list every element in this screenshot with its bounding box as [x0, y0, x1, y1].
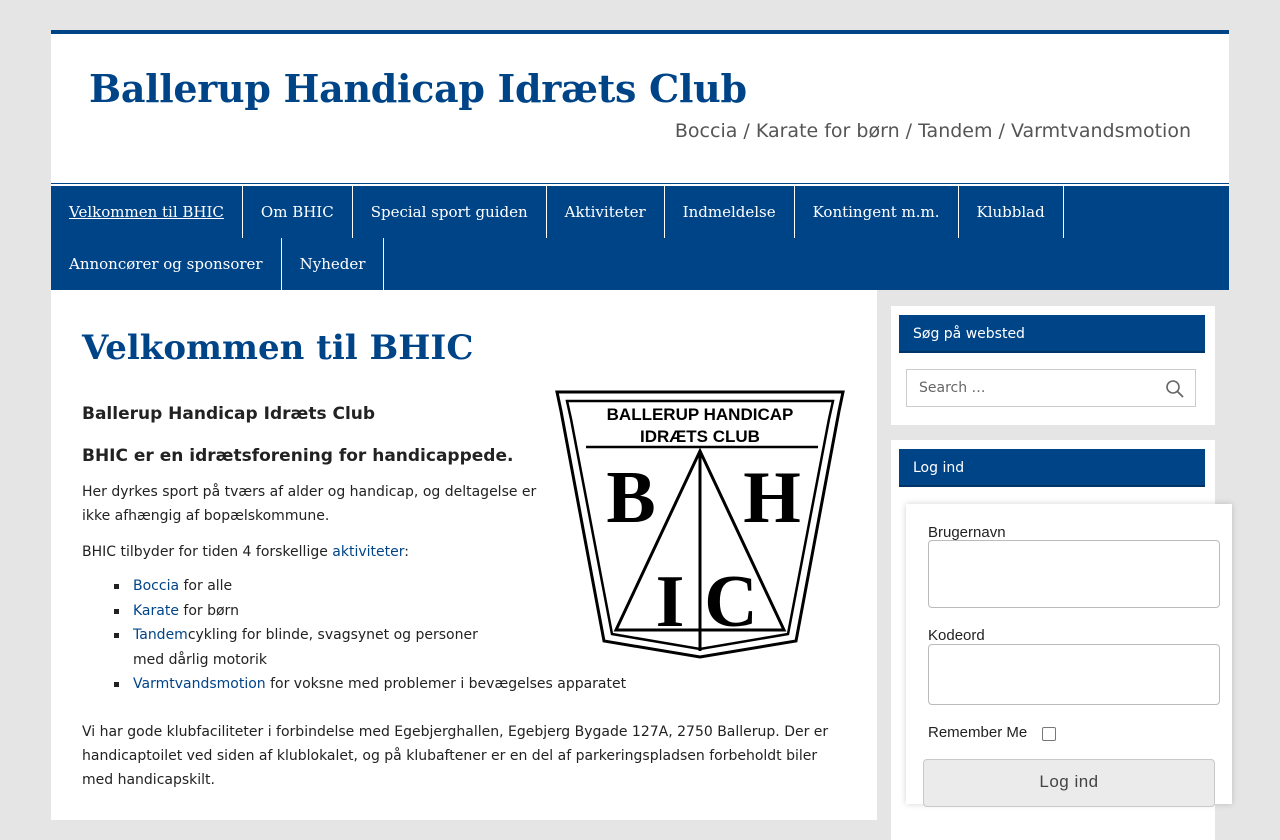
nav-item-om-bhic[interactable]: Om BHIC	[243, 186, 353, 238]
login-form: Brugernavn Kodeord Remember Me Log ind	[906, 504, 1232, 807]
offer-text: BHIC tilbyder for tiden 4 forskellige ak…	[82, 544, 409, 560]
aktiviteter-link[interactable]: aktiviteter	[332, 544, 404, 560]
login-widget-title: Log ind	[899, 449, 1205, 487]
subheading-description: BHIC er en idrætsforening for handicappe…	[82, 446, 514, 466]
search-input[interactable]	[907, 370, 1171, 406]
nav-item-klubblad[interactable]: Klubblad	[959, 186, 1064, 238]
search-widget-title: Søg på websted	[899, 315, 1205, 353]
subheading-club-name: Ballerup Handicap Idræts Club	[82, 404, 376, 424]
nav-row-1: Velkommen til BHIC Om BHIC Special sport…	[51, 186, 1229, 238]
logo-letter-b: B	[606, 457, 655, 539]
bhic-logo: BALLERUP HANDICAP IDRÆTS CLUB B H I C	[555, 390, 845, 659]
nav-item-indmeldelse[interactable]: Indmeldelse	[665, 186, 795, 238]
list-item: Varmtvandsmotion for voksne med probleme…	[82, 672, 626, 697]
logo-text-line2: IDRÆTS CLUB	[640, 427, 760, 446]
varmtvandsmotion-link[interactable]: Varmtvandsmotion	[133, 676, 266, 692]
nav-row-2: Annoncører og sponsorer Nyheder	[51, 238, 1229, 290]
nav-item-kontingent[interactable]: Kontingent m.m.	[795, 186, 959, 238]
logo-letter-i: I	[656, 561, 685, 643]
remember-me-label: Remember Me	[928, 724, 1028, 741]
username-field[interactable]	[928, 540, 1220, 608]
activities-list: Boccia for alle Karate for børn Tandemcy…	[82, 574, 626, 697]
nav-item-aktiviteter[interactable]: Aktiviteter	[547, 186, 665, 238]
tandem-link[interactable]: Tandem	[133, 627, 188, 643]
username-label: Brugernavn	[928, 524, 1006, 541]
list-item: Karate for børn	[82, 599, 552, 624]
remember-me-checkbox[interactable]	[1042, 727, 1056, 741]
nav-item-special-sport-guiden[interactable]: Special sport guiden	[353, 186, 547, 238]
nav-item-velkommen[interactable]: Velkommen til BHIC	[51, 186, 243, 238]
search-form	[906, 369, 1196, 407]
site-description: Boccia / Karate for børn / Tandem / Varm…	[674, 120, 1191, 142]
facilities-text: Vi har gode klubfaciliteter i forbindels…	[82, 724, 829, 788]
nav-item-nyheder[interactable]: Nyheder	[282, 238, 385, 290]
page-container: Ballerup Handicap Idræts Club Boccia / K…	[51, 30, 1232, 840]
karate-link[interactable]: Karate	[133, 603, 179, 619]
list-item: Tandemcykling for blinde, svagsynet og p…	[82, 623, 493, 672]
boccia-link[interactable]: Boccia	[133, 578, 179, 594]
password-field[interactable]	[928, 644, 1220, 705]
password-label: Kodeord	[928, 627, 985, 644]
intro-text: Her dyrkes sport på tværs af alder og ha…	[82, 484, 537, 524]
main-navigation: Velkommen til BHIC Om BHIC Special sport…	[51, 184, 1229, 290]
logo-letter-c: C	[704, 561, 757, 643]
nav-item-annoncoerer[interactable]: Annoncører og sponsorer	[51, 238, 282, 290]
logo-letter-h: H	[743, 457, 801, 539]
search-icon[interactable]	[1165, 379, 1185, 399]
main-content: Velkommen til BHIC BALLERUP HANDICAP IDR…	[51, 290, 877, 820]
logo-text-line1: BALLERUP HANDICAP	[607, 405, 794, 424]
page-title: Velkommen til BHIC	[82, 328, 474, 368]
site-title[interactable]: Ballerup Handicap Idræts Club	[89, 66, 747, 111]
sidebar: Søg på websted Log ind Brugernavn Kodeor…	[877, 290, 1232, 840]
login-widget: Log ind Brugernavn Kodeord Remember Me L…	[891, 440, 1232, 840]
list-item: Boccia for alle	[82, 574, 552, 599]
search-widget: Søg på websted	[891, 306, 1215, 425]
